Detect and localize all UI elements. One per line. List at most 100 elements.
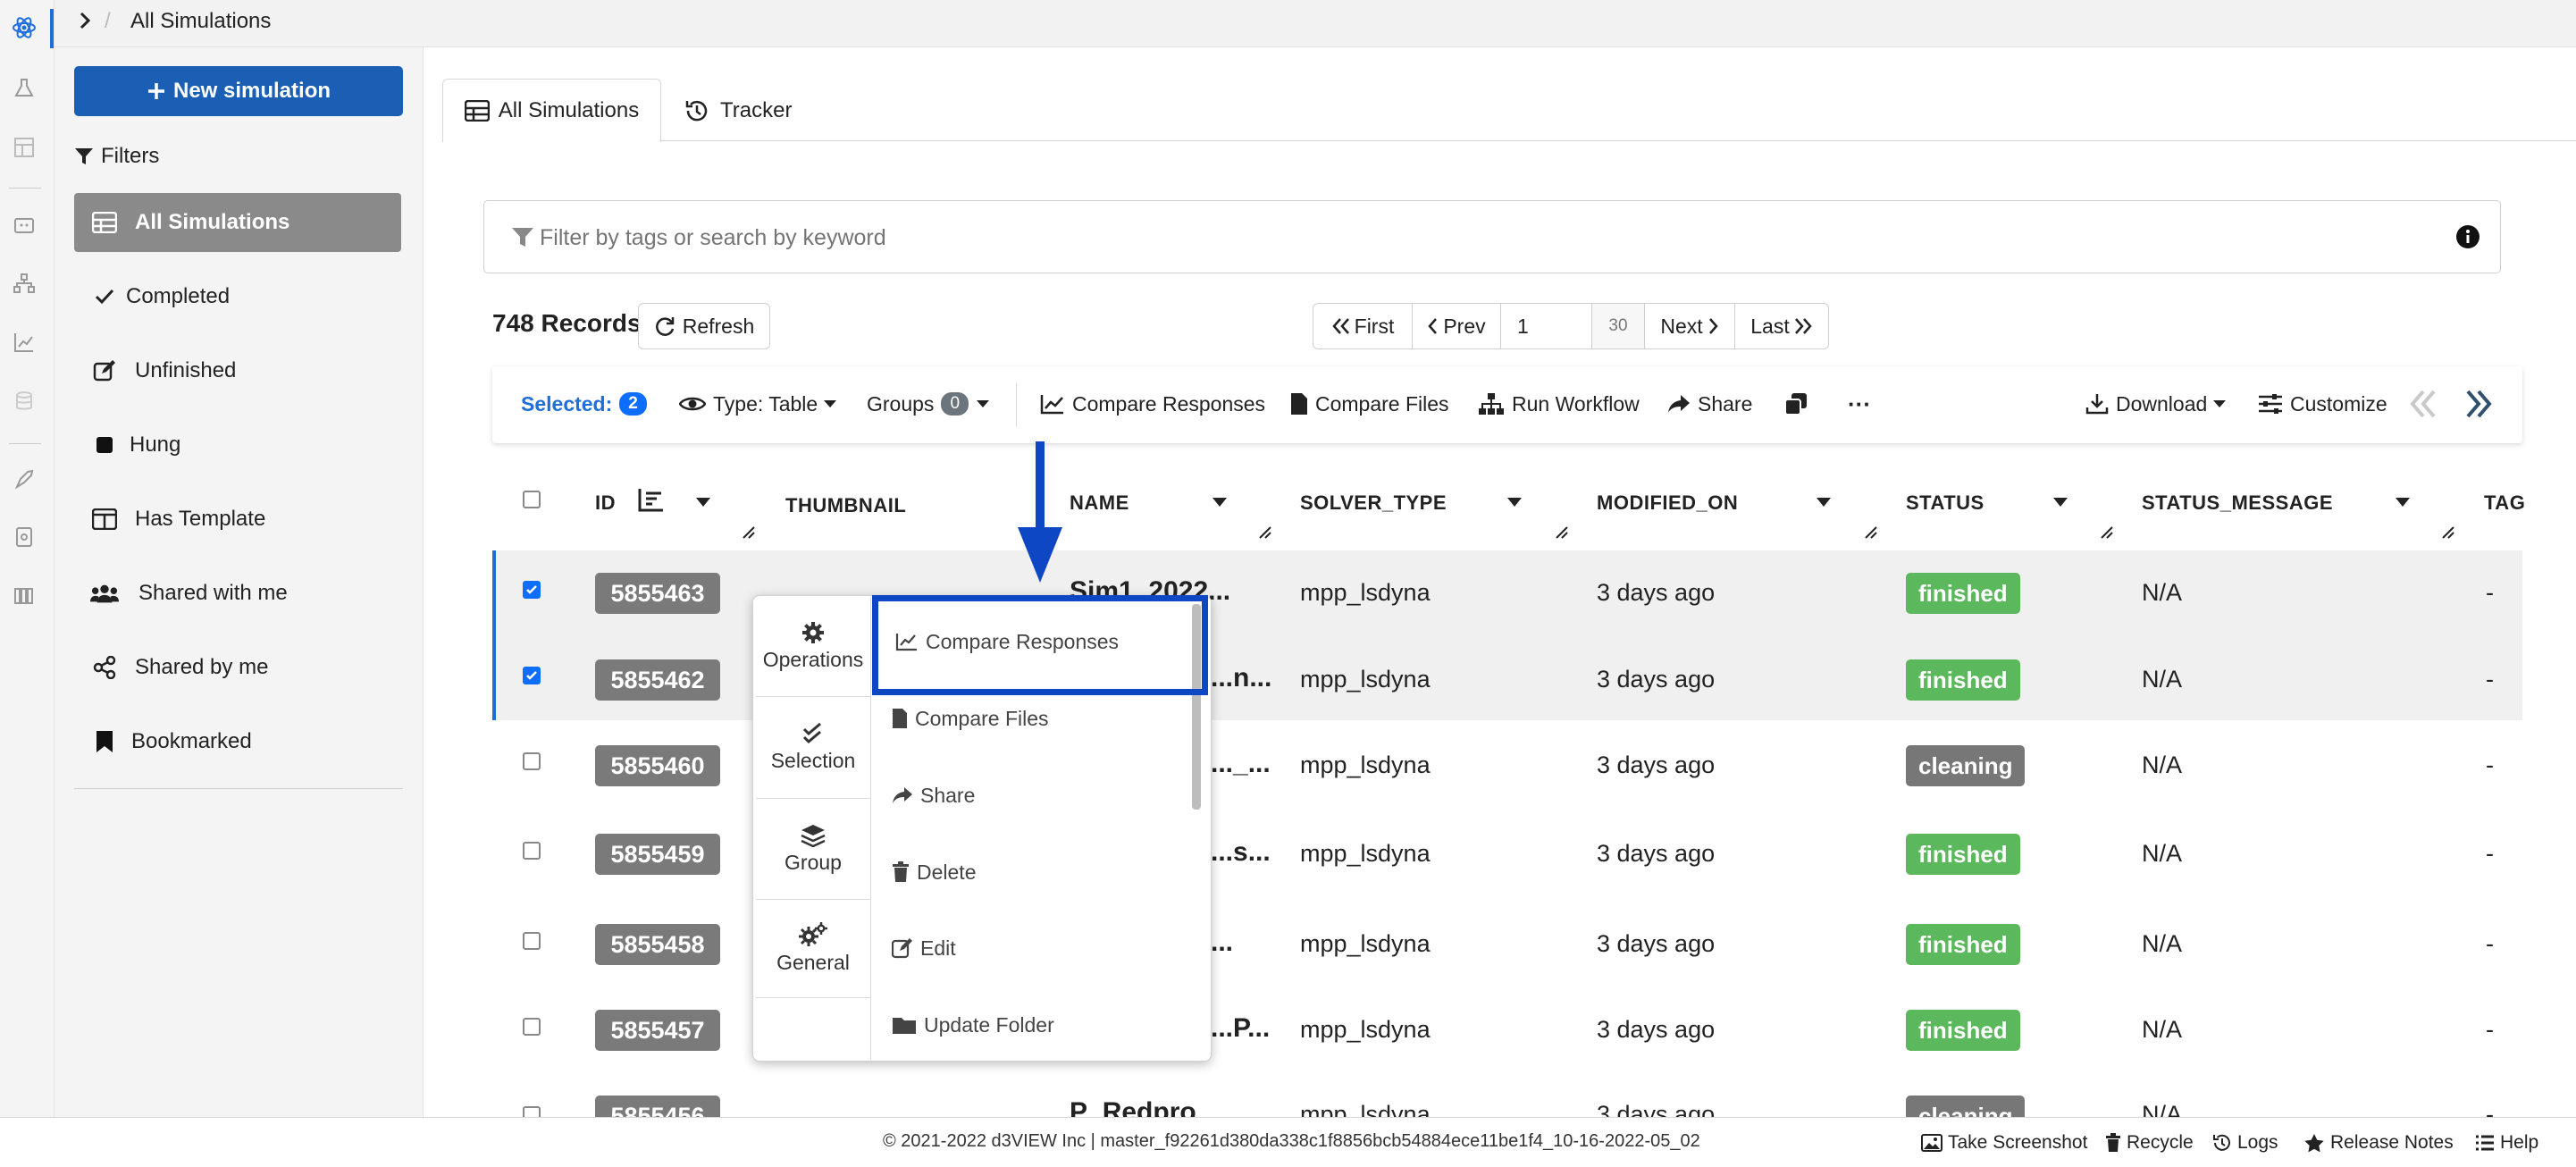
tab-all-simulations[interactable]: All Simulations	[442, 79, 661, 142]
menu-item-update-folder[interactable]: Update Folder	[892, 1007, 1054, 1043]
menu-item-compare-files[interactable]: Compare Files	[892, 701, 1049, 736]
simulation-name[interactable]: ...s...	[1211, 837, 1271, 868]
resize-handle-icon[interactable]	[1864, 525, 1878, 540]
resize-handle-icon[interactable]	[2100, 525, 2114, 540]
column-header-modified-on[interactable]: MODIFIED_ON	[1597, 491, 1738, 515]
next-page-button[interactable]: Next	[1645, 304, 1735, 348]
share-button[interactable]: Share	[1667, 384, 1752, 424]
caret-down-icon[interactable]	[1506, 497, 1523, 508]
simulation-id-badge[interactable]: 5855460	[595, 745, 720, 786]
new-simulation-button[interactable]: New simulation	[74, 66, 403, 116]
groups-dropdown[interactable]: Groups 0	[867, 384, 997, 424]
flask-icon[interactable]	[9, 73, 39, 104]
menu-category-operations[interactable]: Operations	[756, 597, 870, 695]
type-dropdown[interactable]: Type: Table	[679, 384, 844, 424]
atom-icon[interactable]	[9, 13, 39, 43]
first-page-button[interactable]: First	[1313, 304, 1413, 348]
simulation-id-badge[interactable]: 5855456	[595, 1096, 720, 1117]
take-screenshot-button[interactable]: Take Screenshot	[1921, 1129, 2087, 1157]
chat-icon[interactable]	[9, 211, 39, 241]
select-all-checkbox[interactable]	[523, 491, 541, 508]
help-button[interactable]: Help	[2475, 1129, 2538, 1157]
search-box[interactable]	[483, 200, 2501, 273]
sidebar-item-hung[interactable]: Hung	[74, 416, 401, 474]
recycle-button[interactable]: Recycle	[2105, 1129, 2194, 1157]
refresh-button[interactable]: Refresh	[638, 303, 770, 349]
info-icon[interactable]	[2455, 224, 2480, 249]
sidebar-item-bookmarked[interactable]: Bookmarked	[74, 712, 401, 771]
more-options-button[interactable]: ···	[1848, 384, 1871, 424]
hierarchy-icon[interactable]	[9, 268, 39, 298]
logs-button[interactable]: Logs	[2212, 1129, 2278, 1157]
menu-item-share[interactable]: Share	[892, 777, 975, 813]
column-header-id[interactable]: ID	[595, 491, 616, 515]
library-icon[interactable]	[9, 581, 39, 611]
simulation-name[interactable]: ...	[1211, 928, 1233, 958]
row-checkbox[interactable]	[523, 581, 541, 599]
layout-icon[interactable]	[9, 132, 39, 163]
chart-icon[interactable]	[9, 327, 39, 357]
tab-tracker[interactable]: Tracker	[684, 91, 792, 130]
run-workflow-button[interactable]: Run Workflow	[1478, 384, 1640, 424]
column-header-name[interactable]: NAME	[1070, 491, 1129, 515]
sidebar-item-shared-with-me[interactable]: Shared with me	[74, 564, 401, 623]
column-header-thumbnail[interactable]: THUMBNAIL	[785, 494, 906, 517]
page-number-input[interactable]: 1	[1501, 304, 1592, 348]
menu-item-edit[interactable]: Edit	[892, 930, 956, 966]
menu-category-selection[interactable]: Selection	[756, 698, 870, 796]
column-header-status-message[interactable]: STATUS_MESSAGE	[2142, 491, 2333, 515]
sort-icon[interactable]	[638, 487, 665, 512]
menu-category-general[interactable]: General	[756, 899, 870, 997]
simulation-id-badge[interactable]: 5855459	[595, 834, 720, 875]
menu-category-group[interactable]: Group	[756, 800, 870, 898]
resize-handle-icon[interactable]	[1258, 525, 1272, 540]
row-checkbox[interactable]	[523, 667, 541, 684]
copy-button[interactable]	[1784, 384, 1815, 424]
compare-files-button[interactable]: Compare Files	[1290, 384, 1449, 424]
customize-button[interactable]: Customize	[2258, 384, 2387, 424]
sidebar-item-unfinished[interactable]: Unfinished	[74, 341, 401, 400]
caret-down-icon[interactable]	[2395, 497, 2411, 508]
simulation-id-badge[interactable]: 5855457	[595, 1010, 720, 1051]
table-row[interactable]: 5855456 P_Redpro mpp_lsdyna 3 days ago c…	[492, 1072, 2522, 1117]
caret-down-icon[interactable]	[1816, 497, 1832, 508]
caret-down-icon[interactable]	[1212, 497, 1228, 508]
row-checkbox[interactable]	[523, 1106, 541, 1117]
caret-down-icon[interactable]	[2052, 497, 2068, 508]
simulation-id-badge[interactable]: 5855463	[595, 573, 720, 614]
compare-responses-button[interactable]: Compare Responses	[1040, 384, 1265, 424]
row-checkbox[interactable]	[523, 932, 541, 950]
sidebar-item-completed[interactable]: Completed	[74, 267, 401, 326]
menu-item-delete[interactable]: Delete	[892, 854, 976, 890]
simulation-id-badge[interactable]: 5855462	[595, 659, 720, 701]
sidebar-item-shared-by-me[interactable]: Shared by me	[74, 638, 401, 697]
prev-page-button[interactable]: Prev	[1413, 304, 1501, 348]
simulation-id-badge[interactable]: 5855458	[595, 924, 720, 965]
column-header-solver-type[interactable]: SOLVER_TYPE	[1300, 491, 1447, 515]
download-dropdown[interactable]: Download	[2085, 384, 2234, 424]
simulation-name[interactable]: ..._...	[1211, 749, 1271, 779]
scroll-left-icon[interactable]	[2405, 386, 2441, 422]
row-checkbox[interactable]	[523, 752, 541, 770]
simulation-name[interactable]: ...P...	[1211, 1013, 1270, 1044]
simulation-name[interactable]: ...n...	[1211, 663, 1271, 693]
last-page-button[interactable]: Last	[1735, 304, 1828, 348]
resize-handle-icon[interactable]	[2441, 525, 2455, 540]
chevron-right-icon[interactable]	[76, 9, 94, 32]
sidebar-item-all-simulations[interactable]: All Simulations	[74, 193, 401, 252]
database-icon[interactable]	[9, 386, 39, 416]
column-header-status[interactable]: STATUS	[1906, 491, 1984, 515]
column-header-tag[interactable]: TAG	[2484, 491, 2525, 515]
scroll-right-icon[interactable]	[2461, 386, 2496, 422]
row-checkbox[interactable]	[523, 842, 541, 860]
release-notes-button[interactable]: Release Notes	[2303, 1129, 2454, 1157]
resize-handle-icon[interactable]	[742, 525, 756, 540]
row-checkbox[interactable]	[523, 1018, 541, 1036]
simulation-name[interactable]: P_Redpro	[1070, 1097, 1196, 1117]
search-input[interactable]	[538, 217, 2418, 258]
rocket-icon[interactable]	[9, 465, 39, 495]
sidebar-item-has-template[interactable]: Has Template	[74, 490, 401, 549]
resize-handle-icon[interactable]	[1555, 525, 1569, 540]
caret-down-icon[interactable]	[695, 497, 711, 508]
document-icon[interactable]	[9, 522, 39, 552]
